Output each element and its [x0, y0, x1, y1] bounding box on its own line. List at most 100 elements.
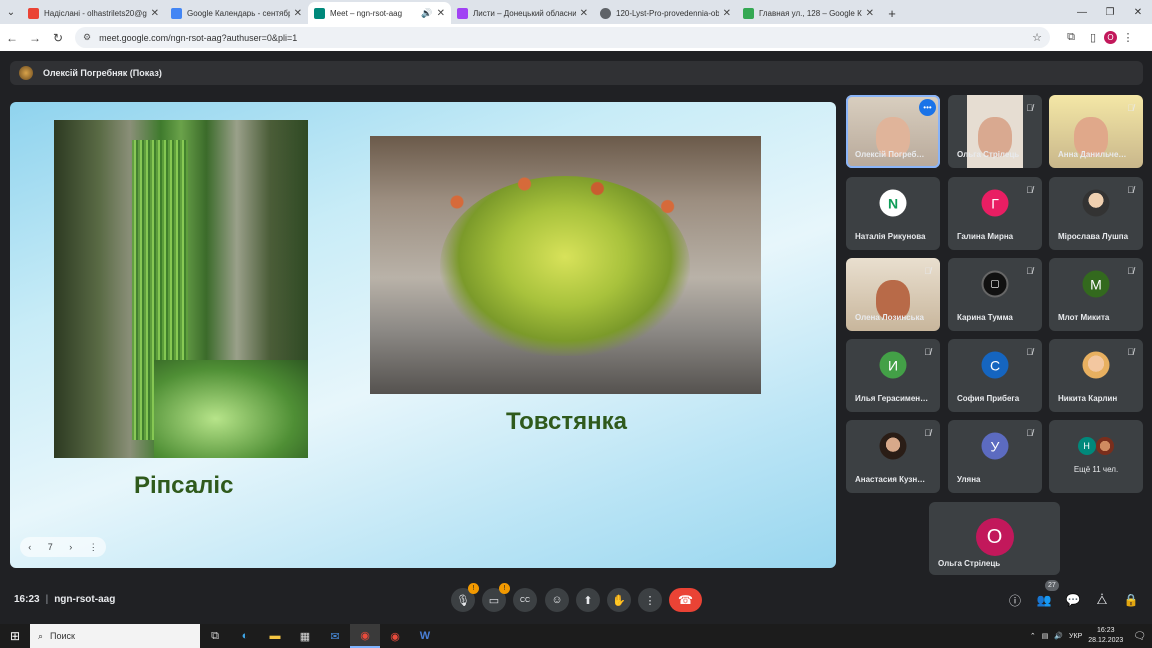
host-controls-icon[interactable]: 🔒 [1121, 590, 1141, 610]
more-participants-tile[interactable]: Н Ещё 11 чел. [1049, 420, 1143, 493]
close-icon[interactable]: ✕ [294, 8, 302, 19]
chat-icon[interactable]: 💬 [1063, 590, 1083, 610]
plus-icon: + [888, 5, 896, 21]
participant-tile[interactable]: О Ольга Стрілець [929, 502, 1060, 575]
browser-toolbar: ← → ↻ ⚙ meet.google.com/ngn-rsot-aag?aut… [0, 24, 1152, 51]
participant-tile[interactable]: 🎙̸ ▢ Карина Тумма [948, 258, 1042, 331]
people-icon[interactable]: 👥 [1034, 590, 1054, 610]
participant-name: Илья Герасимен… [855, 394, 929, 403]
language-indicator[interactable]: УКР [1069, 633, 1082, 640]
network-icon[interactable]: ▤ [1042, 632, 1049, 640]
avatar [1082, 351, 1110, 379]
tab-title: 120-Lyst-Pro-provedennia-obl [616, 8, 719, 18]
participant-tile[interactable]: ••• Олексій Погреб… [846, 95, 940, 168]
taskbar-clock[interactable]: 16:23 28.12.2023 [1088, 626, 1123, 646]
close-icon[interactable]: ✕ [866, 8, 874, 19]
participant-name: Карина Тумма [957, 313, 1013, 322]
mic-off-icon: 🎙̸ [1127, 103, 1134, 113]
sidepanel-icon[interactable]: ▯ [1082, 27, 1104, 49]
camera-button[interactable]: ▭! [482, 583, 510, 612]
warning-icon: ! [499, 583, 510, 594]
bookmark-star-icon[interactable]: ☆ [1032, 31, 1042, 44]
minimize-icon[interactable]: — [1068, 0, 1096, 24]
close-icon[interactable]: ✕ [151, 8, 159, 19]
chevron-up-icon[interactable]: ⌃ [1030, 632, 1036, 640]
chrome-icon[interactable]: ◉ [380, 624, 410, 648]
tab-maps[interactable]: Главная ул., 128 – Google Карт ✕ [737, 2, 880, 24]
participant-tile[interactable]: 🎙̸ М Млот Микита [1049, 258, 1143, 331]
more-options-button[interactable]: ⋮ [638, 588, 662, 612]
back-icon[interactable]: ← [1, 27, 23, 49]
participant-tile[interactable]: 🎙̸ Ольга Стрілець [948, 95, 1042, 168]
meet-icon [314, 7, 325, 19]
close-icon[interactable]: ✕ [437, 8, 445, 19]
present-button[interactable]: ⬆ [576, 588, 600, 612]
tab-calendar[interactable]: Google Календарь - сентябрь ✕ [165, 2, 308, 24]
end-call-button[interactable]: ☎ [669, 588, 702, 612]
emoji-button[interactable]: ☺ [545, 588, 569, 612]
maps-icon [743, 7, 754, 19]
globe-icon [600, 7, 611, 19]
avatar: С [981, 351, 1009, 379]
menu-icon[interactable]: ⋮ [1117, 27, 1139, 49]
tab-document[interactable]: 120-Lyst-Pro-provedennia-obl ✕ [594, 2, 737, 24]
next-slide-icon[interactable]: › [69, 542, 72, 552]
participant-name: София Прибега [957, 394, 1020, 403]
edge-icon[interactable]: ◐ [230, 624, 260, 648]
participant-tile[interactable]: 🎙̸ Мірослава Лушпа [1049, 177, 1143, 250]
file-explorer-icon[interactable]: ▬ [260, 624, 290, 648]
volume-icon[interactable]: 🔊 [1054, 632, 1063, 640]
maximize-icon[interactable]: ❐ [1096, 0, 1124, 24]
participant-tile[interactable]: N Наталія Рикунова [846, 177, 940, 250]
avatar: Н [1077, 437, 1096, 456]
forward-icon[interactable]: → [24, 27, 46, 49]
profile-avatar[interactable]: O [1104, 31, 1117, 44]
mic-button[interactable]: 🎙! [451, 583, 479, 612]
raise-hand-button[interactable]: ✋ [607, 588, 631, 612]
info-icon[interactable]: ⓘ [1005, 590, 1025, 610]
store-icon[interactable]: ▦ [290, 624, 320, 648]
tab-search-icon[interactable]: ⌄ [0, 0, 22, 24]
participant-tile[interactable]: 🎙̸ Г Галина Мирна [948, 177, 1042, 250]
captions-button[interactable]: CC [513, 588, 537, 612]
presenter-label: Олексій Погребняк (Показ) [43, 68, 162, 78]
windows-start-icon[interactable]: ⊞ [0, 624, 30, 648]
notifications-icon[interactable]: 🗨 [1133, 631, 1146, 642]
task-view-icon[interactable]: ⧉ [200, 624, 230, 648]
participant-tile[interactable]: 🎙̸ С София Прибега [948, 339, 1042, 412]
activities-icon[interactable]: ⧊ [1092, 590, 1112, 610]
participant-tile[interactable]: 🎙̸ Олена Лозинська [846, 258, 940, 331]
tab-meet[interactable]: Meet – ngn-rsot-aag 🔊 ✕ [308, 2, 451, 24]
participant-tile[interactable]: 🎙̸ Анастасия Кузн… [846, 420, 940, 493]
new-tab-button[interactable]: + [880, 2, 904, 24]
address-bar[interactable]: ⚙ meet.google.com/ngn-rsot-aag?authuser=… [75, 27, 1050, 48]
slide-more-icon[interactable]: ⋮ [89, 542, 98, 553]
tab-gmail[interactable]: Надіслані - olhastrilets20@gm ✕ [22, 2, 165, 24]
participant-tile[interactable]: 🎙̸ Анна Данильче… [1049, 95, 1143, 168]
close-window-icon[interactable]: ✕ [1124, 0, 1152, 24]
participant-tile[interactable]: 🎙̸ И Илья Герасимен… [846, 339, 940, 412]
taskbar-search[interactable]: ⌕ Поиск [30, 624, 200, 648]
clock-time: 16:23 [1097, 627, 1115, 634]
avatar: М [1082, 270, 1110, 298]
tab-title: Листи – Донецький обласний [473, 8, 576, 18]
participant-tile[interactable]: 🎙̸ Никита Карлин [1049, 339, 1143, 412]
close-icon[interactable]: ✕ [580, 8, 588, 19]
extensions-icon[interactable]: ⧉ [1060, 27, 1082, 49]
mail-icon[interactable]: ✉ [320, 624, 350, 648]
slide-caption-right: Товстянка [506, 408, 627, 435]
mic-off-icon: 🎙̸ [1127, 266, 1134, 276]
speaker-icon[interactable]: 🔊 [421, 8, 432, 19]
site-info-icon[interactable]: ⚙ [83, 32, 91, 43]
prev-slide-icon[interactable]: ‹ [28, 542, 31, 552]
mic-off-icon: 🎙̸ [1026, 428, 1033, 438]
reload-icon[interactable]: ↻ [47, 27, 69, 49]
tab-letters[interactable]: Листи – Донецький обласний ✕ [451, 2, 594, 24]
participant-name: Анна Данильче… [1058, 150, 1127, 159]
chrome-icon[interactable]: ◉ [350, 624, 380, 648]
more-options-icon[interactable]: ••• [919, 99, 936, 116]
participant-tile[interactable]: 🎙̸ У Уляна [948, 420, 1042, 493]
word-icon[interactable]: W [410, 624, 440, 648]
close-icon[interactable]: ✕ [723, 8, 731, 19]
mic-off-icon: 🎙̸ [1026, 347, 1033, 357]
